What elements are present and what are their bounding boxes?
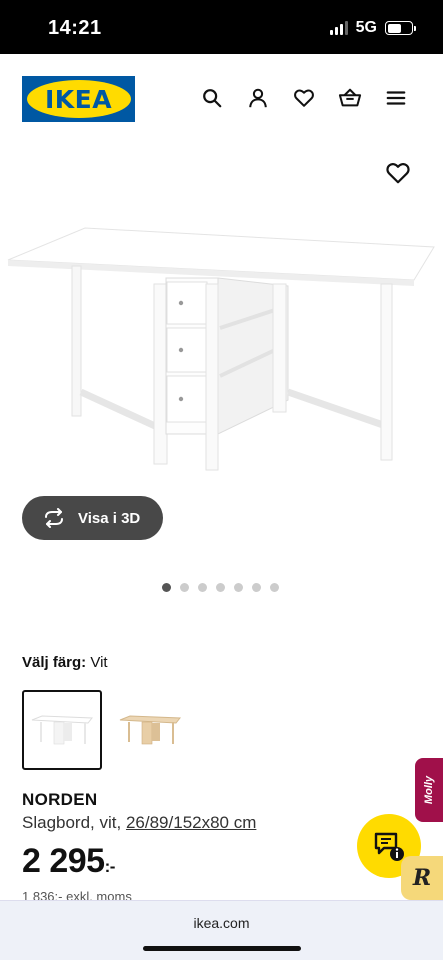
account-icon[interactable] bbox=[246, 86, 270, 110]
status-bar: 14:21 5G bbox=[0, 0, 443, 54]
rotate-3d-icon bbox=[45, 508, 63, 528]
white-table-thumbnail bbox=[31, 715, 94, 745]
color-option-birch[interactable] bbox=[110, 690, 190, 770]
signal-icon bbox=[329, 21, 348, 35]
color-option-white[interactable] bbox=[22, 690, 102, 770]
view-in-3d-button[interactable]: Visa i 3D bbox=[22, 496, 163, 540]
favorite-button[interactable] bbox=[385, 160, 411, 186]
birch-table-thumbnail bbox=[119, 715, 182, 745]
molly-widget-tab[interactable]: Molly bbox=[415, 758, 443, 822]
color-label-text: Välj färg: bbox=[22, 654, 87, 671]
browser-url[interactable]: ikea.com bbox=[0, 915, 443, 931]
gallery-dot[interactable] bbox=[216, 583, 225, 592]
gallery-dot[interactable] bbox=[198, 583, 207, 592]
product-price: 2 295:- bbox=[22, 842, 115, 881]
battery-icon bbox=[385, 21, 416, 35]
product-type: Slagbord, vit, bbox=[22, 813, 122, 832]
product-description: Slagbord, vit, 26/89/152x80 cm bbox=[22, 813, 256, 833]
gallery-pagination bbox=[162, 583, 279, 592]
home-indicator[interactable] bbox=[143, 946, 301, 951]
header-nav bbox=[200, 86, 408, 110]
r-badge-label: R bbox=[412, 865, 432, 891]
heart-icon bbox=[386, 163, 410, 184]
gallery-dot[interactable] bbox=[234, 583, 243, 592]
product-dimensions-link[interactable]: 26/89/152x80 cm bbox=[126, 813, 256, 832]
gallery-dot[interactable] bbox=[162, 583, 171, 592]
search-icon[interactable] bbox=[200, 86, 224, 110]
gallery-dot[interactable] bbox=[252, 583, 261, 592]
price-value: 2 295 bbox=[22, 842, 105, 880]
product-name: NORDEN bbox=[22, 790, 98, 809]
network-type: 5G bbox=[355, 19, 377, 36]
price-suffix: :- bbox=[104, 857, 116, 876]
favorites-icon[interactable] bbox=[292, 86, 316, 110]
chat-icon bbox=[374, 832, 404, 861]
r-widget-badge[interactable]: R bbox=[401, 856, 443, 900]
cart-icon[interactable] bbox=[338, 86, 362, 110]
gallery-dot[interactable] bbox=[180, 583, 189, 592]
status-time: 14:21 bbox=[48, 17, 102, 39]
site-header: IKEA bbox=[0, 54, 443, 144]
color-label: Välj färg: Vit bbox=[22, 654, 108, 671]
view-in-3d-label: Visa i 3D bbox=[78, 509, 141, 527]
menu-icon[interactable] bbox=[384, 86, 408, 110]
molly-label: Molly bbox=[423, 775, 435, 805]
gallery-dot[interactable] bbox=[270, 583, 279, 592]
color-selected-value: Vit bbox=[90, 654, 108, 671]
status-indicators: 5G bbox=[329, 19, 416, 37]
browser-bar: ikea.com bbox=[0, 900, 443, 960]
ikea-logo[interactable]: IKEA bbox=[22, 76, 135, 122]
logo-text: IKEA bbox=[44, 84, 113, 114]
